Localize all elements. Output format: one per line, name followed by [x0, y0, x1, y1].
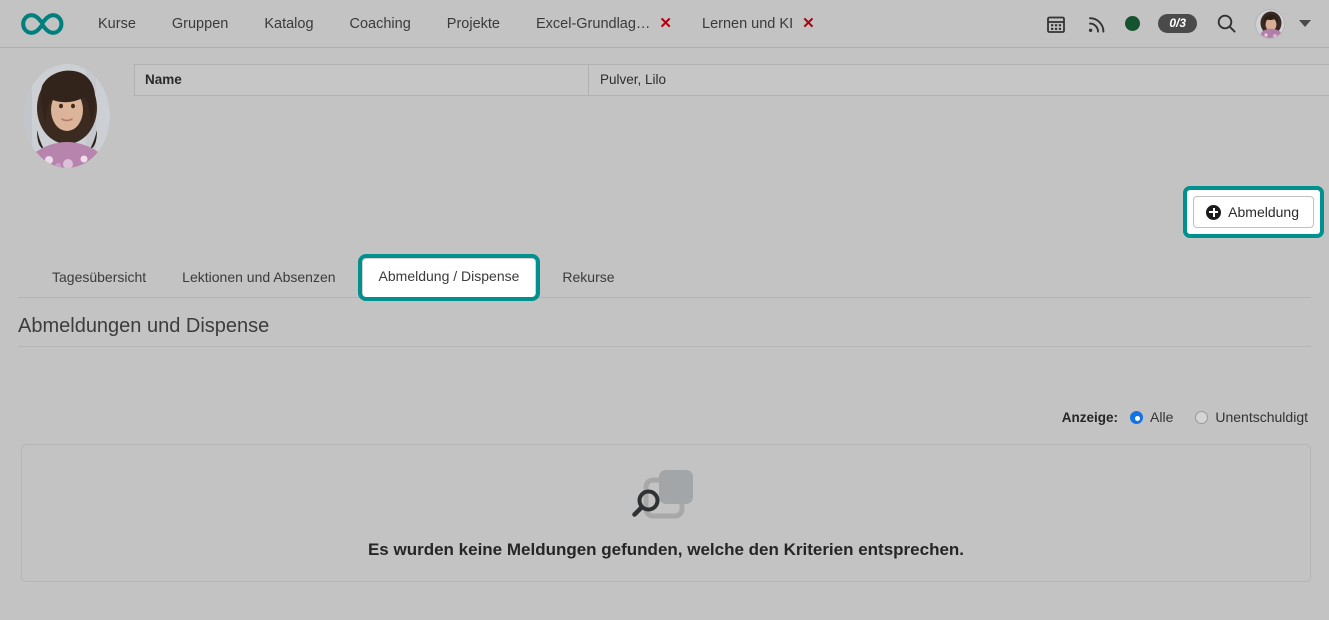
- open-tab-label[interactable]: Lernen und KI: [702, 0, 793, 48]
- radio-option-alle[interactable]: Alle: [1130, 409, 1173, 425]
- radio-unentschuldigt-label: Unentschuldigt: [1215, 409, 1308, 425]
- infinity-logo[interactable]: [18, 9, 66, 39]
- radio-option-unentschuldigt[interactable]: Unentschuldigt: [1195, 409, 1308, 425]
- display-filter-label: Anzeige:: [1061, 409, 1119, 425]
- nav-item-coaching[interactable]: Coaching: [332, 0, 429, 48]
- tab-lektionen-und-absenzen[interactable]: Lektionen und Absenzen: [164, 260, 353, 297]
- empty-state-panel: Es wurden keine Meldungen gefunden, welc…: [21, 444, 1311, 582]
- nav-item-katalog[interactable]: Katalog: [246, 0, 331, 48]
- search-icon[interactable]: [1215, 13, 1237, 35]
- nav-item-gruppen[interactable]: Gruppen: [154, 0, 246, 48]
- person-avatar-wrapper: [0, 64, 134, 176]
- tab-bar: Tagesübersicht Lektionen und Absenzen Ab…: [18, 246, 1311, 301]
- plus-circle-icon: [1206, 204, 1222, 220]
- open-tab-excel-grundlagen[interactable]: Excel-Grundlag… ✕: [518, 0, 684, 48]
- radio-unentschuldigt-indicator[interactable]: [1195, 410, 1209, 424]
- radio-alle-indicator[interactable]: [1130, 410, 1144, 424]
- tab-tagesuebersicht[interactable]: Tagesübersicht: [34, 260, 164, 297]
- table-cell-name-value: Pulver, Lilo: [600, 72, 667, 87]
- nav-item-kurse[interactable]: Kurse: [80, 0, 154, 48]
- abmeldung-button-label: Abmeldung: [1228, 204, 1299, 220]
- green-status-dot: [1125, 16, 1141, 31]
- display-filter-row: Anzeige: Alle Unentschuldigt: [0, 409, 1329, 425]
- task-count-badge[interactable]: 0/3: [1158, 14, 1197, 33]
- calendar-icon[interactable]: [1045, 13, 1067, 35]
- action-row: Abmeldung: [0, 186, 1329, 238]
- abmeldung-highlight-box: Abmeldung: [1183, 186, 1324, 238]
- top-navigation-bar: Kurse Gruppen Katalog Coaching Projekte …: [0, 0, 1329, 48]
- chevron-down-icon[interactable]: [1299, 20, 1311, 27]
- person-portrait: [24, 64, 110, 168]
- nav-item-projekte[interactable]: Projekte: [429, 0, 518, 48]
- close-icon[interactable]: ✕: [802, 16, 815, 31]
- nav-right-toolbar: 0/3: [1045, 8, 1315, 39]
- tab-rekurse[interactable]: Rekurse: [544, 260, 632, 297]
- rss-feed-icon[interactable]: [1085, 13, 1107, 35]
- no-results-search-icon: [631, 466, 701, 528]
- tab-bar-wrapper: Tagesübersicht Lektionen und Absenzen Ab…: [0, 246, 1329, 302]
- person-info-table: Name Pulver, Lilo: [134, 64, 1329, 176]
- table-header-name: Name: [135, 65, 589, 95]
- open-tab-label[interactable]: Excel-Grundlag…: [536, 0, 650, 48]
- open-tab-lernen-und-ki[interactable]: Lernen und KI ✕: [684, 0, 827, 48]
- empty-state-message: Es wurden keine Meldungen gefunden, welc…: [367, 540, 965, 559]
- page-title: Abmeldungen und Dispense: [18, 315, 1311, 347]
- table-row: Name Pulver, Lilo: [134, 64, 1329, 96]
- user-avatar[interactable]: [1255, 8, 1285, 39]
- tab-abmeldung-dispense[interactable]: Abmeldung / Dispense: [357, 254, 541, 301]
- person-header: Name Pulver, Lilo: [0, 48, 1329, 176]
- close-icon[interactable]: ✕: [659, 16, 672, 31]
- primary-nav-items: Kurse Gruppen Katalog Coaching Projekte …: [80, 0, 827, 48]
- radio-alle-label: Alle: [1150, 409, 1174, 425]
- abmeldung-button[interactable]: Abmeldung: [1193, 196, 1314, 228]
